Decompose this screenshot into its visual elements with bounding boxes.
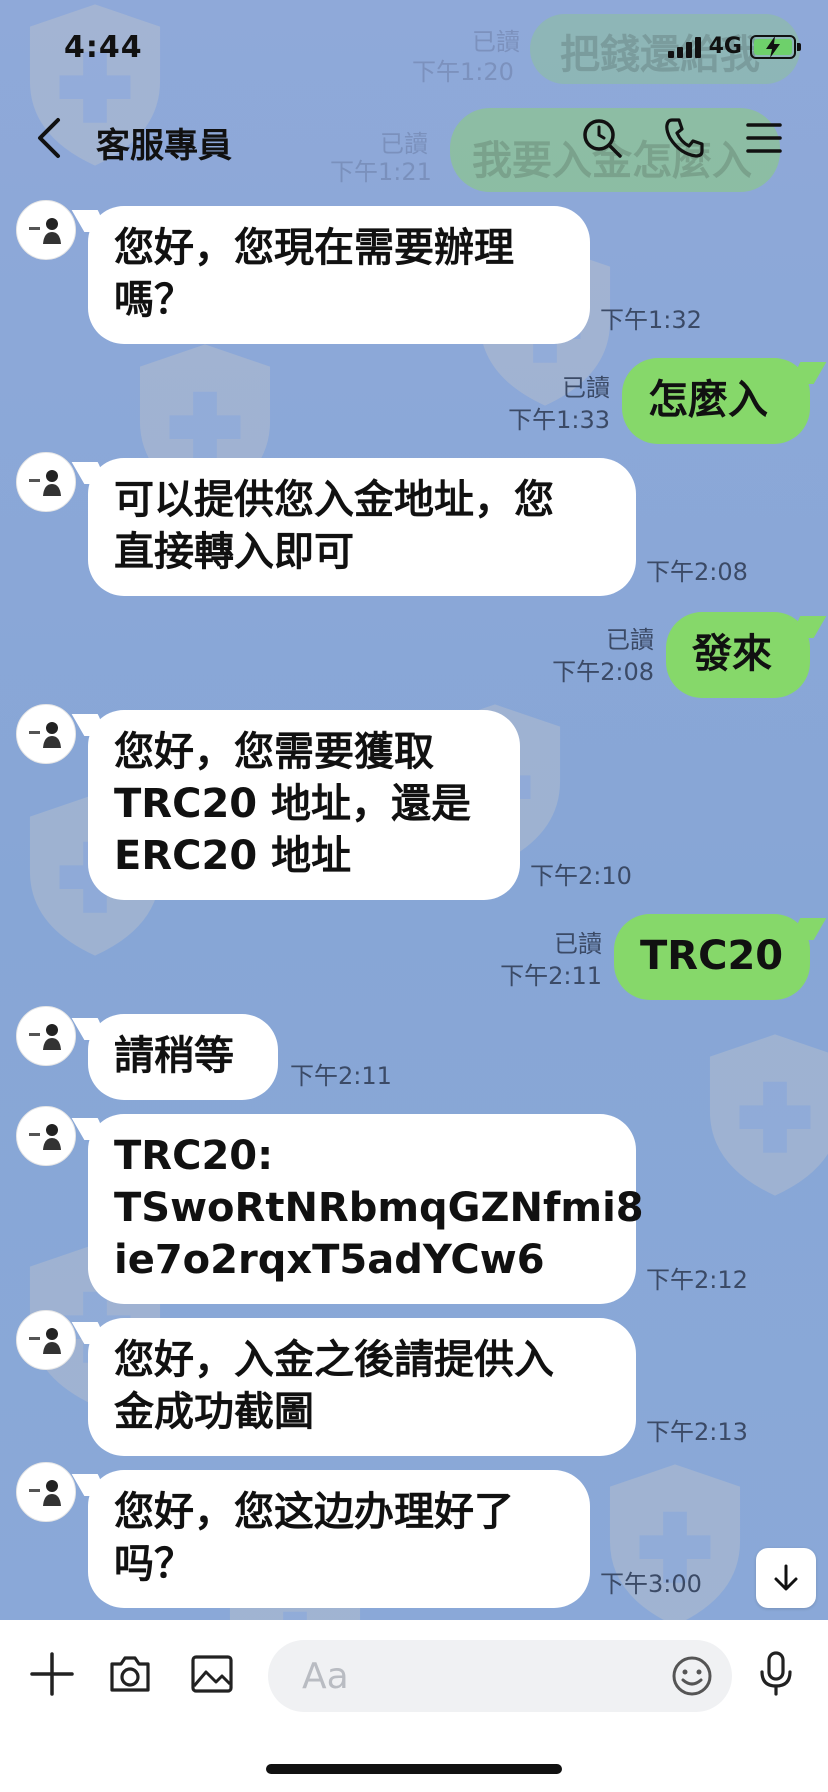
watermark-shield-icon xyxy=(600,1460,750,1630)
incoming-message-bubble[interactable]: 您好，您現在需要辦理 嗎？ xyxy=(88,206,590,344)
message-text-line: 金成功截圖 xyxy=(114,1389,314,1435)
message-time: 下午3:00 xyxy=(600,1570,702,1598)
message-time: 下午1:33 xyxy=(508,406,610,434)
avatar[interactable] xyxy=(16,1106,76,1166)
network-type: 4G xyxy=(708,34,742,59)
incoming-message-bubble[interactable]: 您好，您需要獲取 TRC20 地址，還是 ERC20 地址 xyxy=(88,710,520,900)
message-text-line: 可以提供您入金地址，您 xyxy=(114,477,554,523)
outgoing-message-bubble[interactable]: TRC20 xyxy=(614,914,810,1000)
chevron-left-icon[interactable] xyxy=(32,116,68,160)
message-text-line: 怎麼入 xyxy=(648,377,768,423)
message-input[interactable]: Aa xyxy=(268,1640,732,1712)
wallet-address-line: TSwoRtNRbmqGZNfmi8 xyxy=(114,1185,644,1231)
message-time: 下午2:10 xyxy=(530,862,632,890)
message-time: 下午2:08 xyxy=(646,558,748,586)
image-icon[interactable] xyxy=(188,1650,236,1698)
message-text-line: TRC20 xyxy=(640,933,784,979)
microphone-icon[interactable] xyxy=(752,1650,800,1698)
chat-header: 客服專員 xyxy=(0,92,828,188)
read-receipt: 已讀 xyxy=(606,626,654,654)
input-placeholder: Aa xyxy=(302,1655,349,1697)
search-icon[interactable] xyxy=(580,116,624,160)
arrow-down-icon xyxy=(774,1564,798,1591)
read-receipt: 已讀 xyxy=(562,374,610,402)
wallet-address-line: ie7o2rqxT5adYCw6 xyxy=(114,1237,545,1283)
avatar[interactable] xyxy=(16,200,76,260)
message-text-line: TRC20: xyxy=(114,1133,274,1179)
message-text-line: TRC20 地址，還是 xyxy=(114,781,472,827)
message-text-line: 您好，您現在需要辦理 xyxy=(114,225,514,271)
message-text-line: ERC20 地址 xyxy=(114,833,352,879)
chat-screen: 把錢還給我 已讀 下午1:20 我要入金怎麼入 已讀 下午1:21 4:44 4… xyxy=(0,0,828,1792)
message-text-line: 嗎？ xyxy=(114,277,194,323)
message-text-line: 發來 xyxy=(692,631,772,677)
outgoing-message-bubble[interactable]: 怎麼入 xyxy=(622,358,810,444)
status-indicators: 4G xyxy=(667,34,801,59)
plus-icon[interactable] xyxy=(28,1650,76,1698)
avatar[interactable] xyxy=(16,1006,76,1066)
message-text-line: 您好，您这边办理好了 xyxy=(114,1489,514,1535)
message-time: 下午2:11 xyxy=(290,1062,392,1090)
emoji-icon[interactable] xyxy=(670,1654,714,1698)
message-text-line: 您好，您需要獲取 xyxy=(114,729,434,775)
phone-icon[interactable] xyxy=(662,116,706,160)
incoming-message-bubble[interactable]: 可以提供您入金地址，您 直接轉入即可 xyxy=(88,458,636,596)
message-time: 下午2:11 xyxy=(500,962,602,990)
watermark-shield-icon xyxy=(700,1030,828,1200)
message-time: 下午2:08 xyxy=(552,658,654,686)
message-text-line: 吗？ xyxy=(114,1541,194,1587)
message-text-line: 請稍等 xyxy=(114,1033,234,1079)
read-receipt: 已讀 xyxy=(554,930,602,958)
message-text-line: 您好，入金之後請提供入 xyxy=(114,1337,554,1383)
message-time: 下午2:12 xyxy=(646,1266,748,1294)
incoming-message-bubble[interactable]: 您好，您这边办理好了 吗？ xyxy=(88,1470,590,1608)
status-bar: 4:44 4G xyxy=(0,0,828,92)
battery-icon xyxy=(750,34,801,59)
home-indicator[interactable] xyxy=(266,1764,562,1774)
message-text-line: 直接轉入即可 xyxy=(114,529,354,575)
chat-title: 客服專員 xyxy=(96,126,232,166)
message-time: 下午2:13 xyxy=(646,1418,748,1446)
hamburger-menu-icon[interactable] xyxy=(742,116,786,160)
outgoing-message-bubble[interactable]: 發來 xyxy=(666,612,810,698)
avatar[interactable] xyxy=(16,1462,76,1522)
incoming-message-bubble[interactable]: TRC20: TSwoRtNRbmqGZNfmi8 ie7o2rqxT5adYC… xyxy=(88,1114,644,1304)
incoming-message-bubble[interactable]: 您好，入金之後請提供入 金成功截圖 xyxy=(88,1318,636,1456)
scroll-to-bottom-button[interactable] xyxy=(756,1548,816,1608)
status-time: 4:44 xyxy=(64,30,143,65)
avatar[interactable] xyxy=(16,704,76,764)
incoming-message-bubble[interactable]: 請稍等 xyxy=(88,1014,278,1100)
camera-icon[interactable] xyxy=(106,1650,154,1698)
signal-icon xyxy=(667,36,701,58)
avatar[interactable] xyxy=(16,1310,76,1370)
message-time: 下午1:32 xyxy=(600,306,702,334)
avatar[interactable] xyxy=(16,452,76,512)
